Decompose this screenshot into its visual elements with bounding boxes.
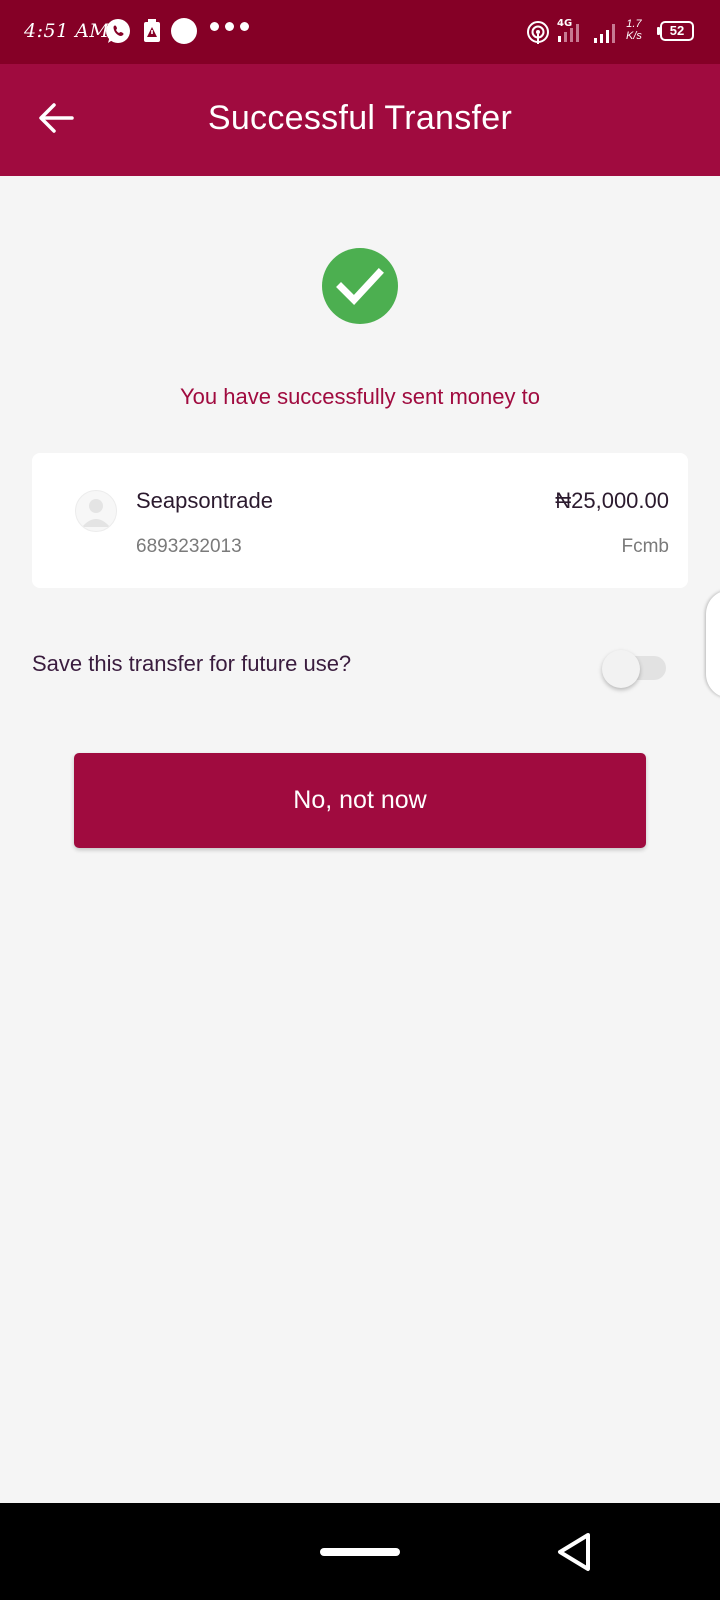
speed-value: 1.7 — [626, 18, 642, 30]
bank-name: Fcmb — [621, 536, 670, 557]
network-speed: 1.7 K/s — [626, 18, 642, 42]
signal-icon: 4G — [557, 18, 579, 42]
signal-icon — [594, 24, 615, 43]
home-gesture-bar[interactable] — [320, 1548, 400, 1556]
recipient-name: Seapsontrade — [136, 488, 273, 513]
save-transfer-label: Save this transfer for future use? — [32, 651, 352, 676]
whatsapp-icon — [106, 19, 130, 43]
svg-text:4G: 4G — [557, 18, 572, 29]
toggle-thumb — [602, 650, 640, 688]
hotspot-icon — [527, 21, 549, 44]
more-notifications-icon — [210, 22, 249, 31]
side-panel-handle[interactable] — [706, 590, 720, 698]
system-nav-bar — [0, 1503, 720, 1600]
success-message: You have successfully sent money to — [180, 384, 540, 409]
no-not-now-button[interactable]: No, not now — [74, 753, 646, 848]
check-circle-icon — [322, 248, 398, 324]
status-bar: 4:51 AM 4G 1.7 K/s 52 — [0, 0, 720, 64]
nav-back-icon[interactable] — [554, 1530, 594, 1574]
page-title: Successful Transfer — [207, 99, 513, 137]
avatar — [75, 490, 117, 532]
alert-app-icon — [144, 19, 160, 42]
app-bar: Successful Transfer — [0, 64, 720, 176]
speed-unit: K/s — [626, 30, 642, 42]
account-number: 6893232013 — [136, 536, 242, 557]
circle-app-icon — [171, 18, 197, 44]
user-icon — [82, 499, 110, 527]
save-transfer-toggle[interactable] — [602, 650, 666, 688]
recipient-card: Seapsontrade 6893232013 ₦25,000.00 Fcmb — [32, 453, 688, 588]
transfer-amount: ₦25,000.00 — [555, 488, 669, 513]
status-time: 4:51 AM — [24, 20, 110, 42]
battery-icon: 52 — [657, 21, 694, 41]
